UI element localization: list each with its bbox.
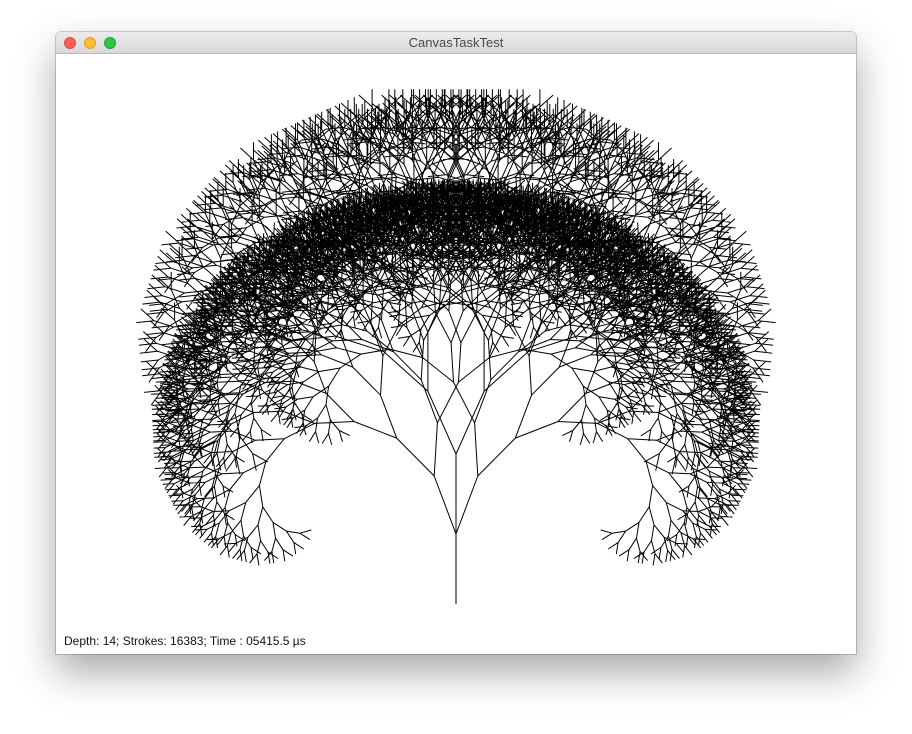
- status-text: Depth: 14; Strokes: 16383; Time : 05415.…: [64, 634, 306, 648]
- drawing-canvas[interactable]: Depth: 14; Strokes: 16383; Time : 05415.…: [56, 54, 856, 654]
- tree-branches: [136, 89, 776, 604]
- title-bar[interactable]: CanvasTaskTest: [56, 32, 856, 54]
- app-window: CanvasTaskTest Depth: 14; Strokes: 16383…: [56, 32, 856, 654]
- window-title: CanvasTaskTest: [408, 35, 504, 50]
- fractal-tree-drawing: [136, 89, 776, 604]
